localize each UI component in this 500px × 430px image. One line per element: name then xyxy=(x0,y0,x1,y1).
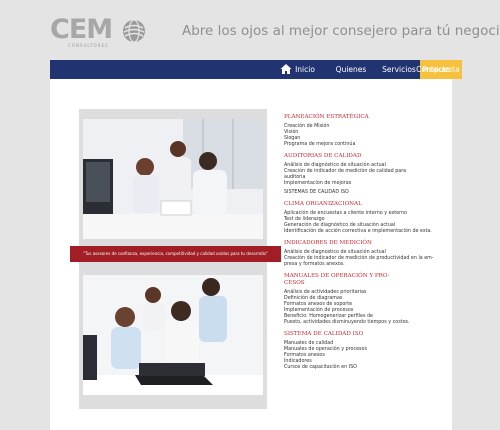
team-photo-1 xyxy=(83,119,263,239)
section-title: INDICADORES DE MEDICIÓN xyxy=(284,240,372,246)
section-title: PLANEACIÓN ESTRATÉGICA xyxy=(284,114,369,120)
logo-text: CEM xyxy=(50,14,113,45)
header: CEM CONSULTORES Abre los ojos al mejor c… xyxy=(0,0,500,60)
section-auditorias: AUDITORIAS DE CALIDAD Análisis de diagnó… xyxy=(284,153,444,196)
services-list: PLANEACIÓN ESTRATÉGICA Creación de Misió… xyxy=(284,114,444,376)
nav-item-contacto[interactable]: Contacto xyxy=(414,60,452,79)
list-item: Identificación de acción correctiva e im… xyxy=(284,229,432,234)
nav-item-quienes-somos[interactable]: Quienes somos xyxy=(323,60,379,93)
section-iso: SISTEMA DE CALIDAD ISO Manuales de calid… xyxy=(284,331,444,371)
company-logo[interactable]: CEM CONSULTORES xyxy=(50,14,150,48)
main-navbar: Inicio Quienes somos Servicios Propuesta xyxy=(50,60,462,93)
list-item: Cursos de capacitación en ISO xyxy=(284,365,357,370)
office-meeting-image xyxy=(83,119,263,239)
list-item: Implementación de mejoras xyxy=(284,181,352,186)
section-planeacion: PLANEACIÓN ESTRATÉGICA Creación de Misió… xyxy=(284,114,444,148)
main-content: "Tus asesores de confianza, experiencia,… xyxy=(50,79,452,430)
team-photo-2 xyxy=(83,275,263,395)
section-indicadores: INDICADORES DE MEDICIÓN Análisis de diag… xyxy=(284,240,444,268)
section-title: AUDITORIAS DE CALIDAD xyxy=(284,153,362,159)
section-title: CLIMA ORGANIZACIONAL xyxy=(284,201,362,207)
list-item: SISTEMAS DE CALIDAD ISO xyxy=(284,190,349,195)
nav-item-servicios[interactable]: Servicios xyxy=(380,60,418,79)
section-manuales: MANUALES DE OPERACIÓN Y PRO- CESOS Análi… xyxy=(284,273,444,326)
list-item: presa y formatos anexos. xyxy=(284,262,345,267)
nav-item-inicio[interactable]: Inicio xyxy=(292,60,318,79)
team-laptop-image xyxy=(83,275,263,395)
section-title: MANUALES DE OPERACIÓN Y PRO- xyxy=(284,273,390,279)
tagline-banner: "Tus asesores de confianza, experiencia,… xyxy=(70,246,281,262)
section-title: SISTEMA DE CALIDAD ISO xyxy=(284,331,364,337)
globe-logo-icon xyxy=(123,19,145,43)
section-title-continued: CESOS xyxy=(284,280,305,286)
section-clima: CLIMA ORGANIZACIONAL Aplicación de encue… xyxy=(284,201,444,235)
banner-text: "Tus asesores de confianza, experiencia,… xyxy=(83,251,268,256)
list-item: Programa de mejora continúa xyxy=(284,142,356,147)
list-item: Puesto, actividades disminuyendo tiempos… xyxy=(284,320,410,325)
home-icon[interactable] xyxy=(280,63,292,75)
nav-item-contacto-placeholder xyxy=(462,60,500,79)
tagline: Abre los ojos al mejor consejero para tú… xyxy=(182,23,500,39)
logo-subtitle: CONSULTORES xyxy=(68,43,109,48)
